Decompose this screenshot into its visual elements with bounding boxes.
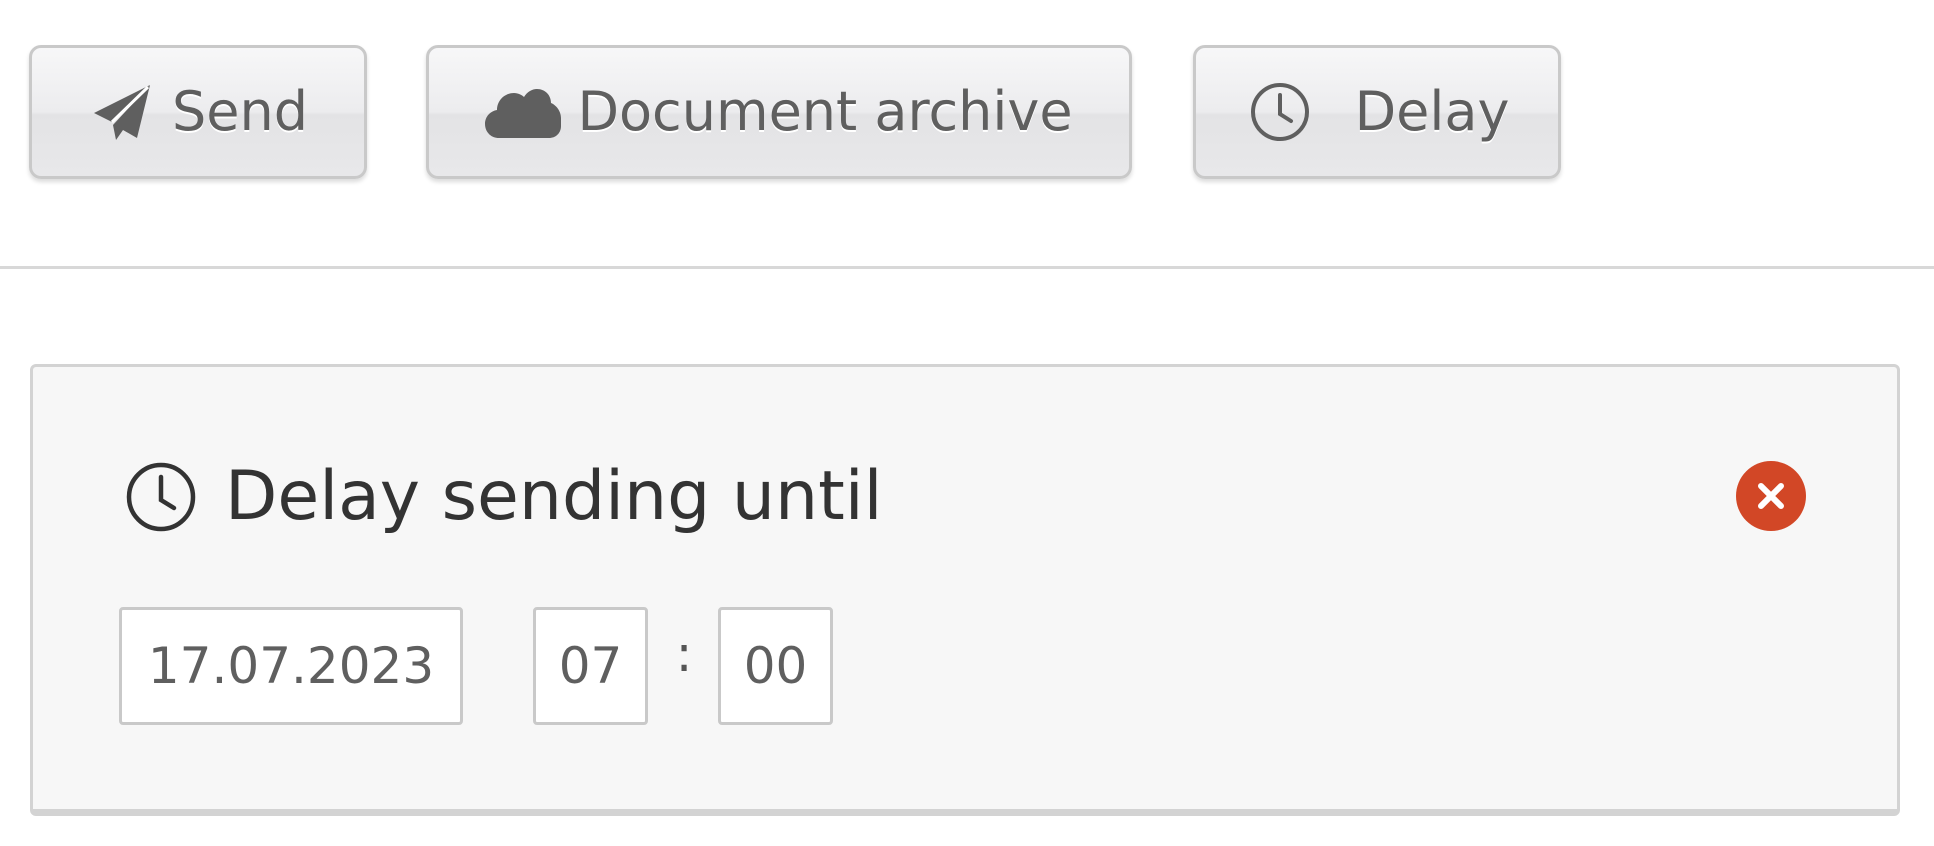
- toolbar: Send Document archive Delay: [0, 0, 1934, 268]
- send-button-label: Send: [171, 80, 308, 143]
- send-button[interactable]: Send: [29, 45, 367, 179]
- delay-button-label: Delay: [1354, 80, 1510, 143]
- cloud-icon: [485, 84, 562, 140]
- close-icon: [1756, 481, 1786, 511]
- minute-field[interactable]: [718, 607, 833, 725]
- hour-field[interactable]: [533, 607, 648, 725]
- document-archive-button[interactable]: Document archive: [426, 45, 1132, 179]
- delay-panel-header: Delay sending until: [125, 461, 883, 533]
- date-field[interactable]: [119, 607, 463, 725]
- time-separator: :: [675, 625, 693, 683]
- delay-sending-panel: Delay sending until :: [30, 364, 1900, 816]
- delay-panel-title: Delay sending until: [225, 457, 883, 536]
- clock-icon: [125, 461, 197, 533]
- paper-plane-icon: [92, 82, 152, 142]
- delay-button[interactable]: Delay: [1193, 45, 1561, 179]
- toolbar-divider: [0, 266, 1934, 269]
- close-delay-button[interactable]: [1736, 461, 1806, 531]
- document-archive-button-label: Document archive: [577, 80, 1073, 143]
- clock-icon: [1249, 81, 1311, 143]
